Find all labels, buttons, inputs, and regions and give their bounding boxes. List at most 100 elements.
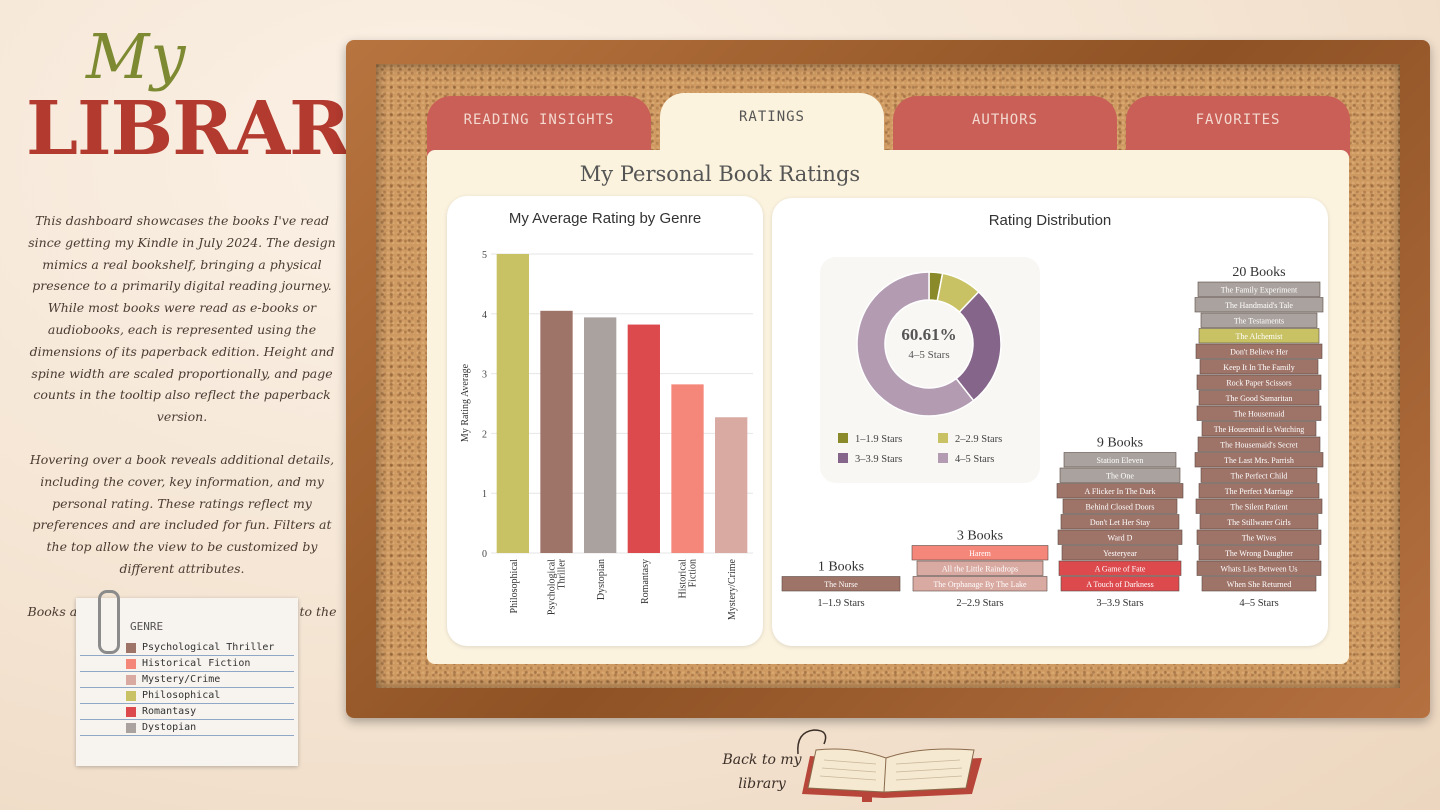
- book-spine[interactable]: The Perfect Marriage: [1198, 483, 1320, 499]
- legend-label: Dystopian: [142, 722, 197, 733]
- stack-count-label: 20 Books: [1232, 265, 1285, 280]
- book-title: The Perfect Marriage: [1225, 487, 1294, 496]
- legend-swatch: [126, 658, 136, 669]
- legend-item[interactable]: Philosophical: [80, 688, 294, 704]
- book-spine[interactable]: The Wrong Daughter: [1198, 545, 1320, 561]
- book-spine[interactable]: The Stillwater Girls: [1199, 514, 1319, 530]
- book-spine[interactable]: A Touch of Darkness: [1060, 576, 1180, 592]
- book-title: The Testaments: [1234, 317, 1284, 326]
- book-title: The Alchemist: [1236, 332, 1284, 341]
- book-title: Harem: [969, 549, 992, 558]
- book-spine[interactable]: When She Returned: [1201, 576, 1317, 592]
- book-spine[interactable]: Behind Closed Doors: [1062, 498, 1178, 514]
- book-title: Behind Closed Doors: [1086, 503, 1155, 512]
- tab-ratings[interactable]: RATINGS: [660, 93, 884, 157]
- book-title: The Last Mrs. Parrish: [1224, 456, 1294, 465]
- legend-item[interactable]: Romantasy: [80, 704, 294, 720]
- bar-mystery-crime[interactable]: [715, 417, 748, 553]
- book-spine[interactable]: Rock Paper Scissors: [1196, 374, 1322, 390]
- donut-legend-swatch: [938, 453, 948, 463]
- book-spine[interactable]: The One: [1059, 467, 1181, 483]
- y-tick-label: 1: [482, 489, 487, 500]
- donut-legend-label: 2–2.9 Stars: [955, 434, 1002, 445]
- book-spine[interactable]: The Silent Patient: [1195, 498, 1323, 514]
- tab-favorites[interactable]: FAVORITES: [1126, 96, 1350, 156]
- book-title: The Housemaid: [1234, 410, 1285, 419]
- book-spine[interactable]: The Housemaid's Secret: [1197, 436, 1321, 452]
- tab-reading-insights[interactable]: READING INSIGHTS: [427, 96, 651, 156]
- x-tick-line: Dystopian: [596, 559, 607, 600]
- book-spine[interactable]: All the Little Raindrops: [916, 560, 1044, 576]
- book-spine[interactable]: The Family Experiment: [1197, 281, 1321, 297]
- book-spine[interactable]: Whats Lies Between Us: [1196, 560, 1322, 576]
- legend-item[interactable]: Historical Fiction: [80, 656, 294, 672]
- book-title: Don't Let Her Stay: [1090, 518, 1150, 527]
- intro-paragraph-1: This dashboard showcases the books I've …: [28, 213, 336, 425]
- page-title: My Personal Book Ratings: [579, 162, 861, 186]
- y-tick-label: 0: [482, 549, 487, 560]
- book-spine[interactable]: A Game of Fate: [1058, 560, 1182, 576]
- x-tick-label: Philosophical: [509, 559, 520, 614]
- legend-item[interactable]: Mystery/Crime: [80, 672, 294, 688]
- legend-label: Psychological Thriller: [142, 642, 275, 653]
- bar-romantasy[interactable]: [627, 324, 660, 553]
- genre-chart-card: My Average Rating by Genre 0 1 2 3 4 5 My Rati…: [447, 196, 763, 646]
- book-spine[interactable]: The Housemaid is Watching: [1201, 421, 1317, 437]
- book-title: Station Eleven: [1097, 456, 1144, 465]
- stack-rating-label: 3–3.9 Stars: [1096, 598, 1143, 609]
- bar-dystopian[interactable]: [584, 317, 617, 553]
- book-spine[interactable]: Don't Believe Her: [1195, 343, 1323, 359]
- x-tick-label: Historical Fiction: [678, 559, 699, 599]
- legend-swatch: [126, 706, 136, 717]
- stack-count-label: 3 Books: [957, 529, 1003, 544]
- book-spine[interactable]: The Good Samaritan: [1198, 390, 1320, 406]
- book-spine[interactable]: A Flicker In The Dark: [1056, 483, 1184, 499]
- legend-label: Romantasy: [142, 706, 197, 717]
- book-title: The Good Samaritan: [1226, 394, 1293, 403]
- bar-philosophical[interactable]: [496, 254, 529, 553]
- tab-authors[interactable]: AUTHORS: [893, 96, 1117, 156]
- y-tick-label: 4: [482, 310, 487, 321]
- book-spine[interactable]: Harem: [911, 545, 1049, 561]
- book-spine[interactable]: Station Eleven: [1063, 452, 1177, 468]
- x-tick-line: Fiction: [688, 559, 699, 587]
- book-spine[interactable]: The Nurse: [781, 576, 901, 592]
- x-tick-label: Romantasy: [640, 559, 651, 604]
- book-title: The Nurse: [824, 580, 858, 589]
- book-spine[interactable]: The Last Mrs. Parrish: [1194, 452, 1324, 468]
- y-axis-label: My Rating Average: [460, 363, 471, 442]
- x-tick-label: Dystopian: [596, 559, 607, 600]
- book-spine[interactable]: The Orphanage By The Lake: [912, 576, 1048, 592]
- stack-rating-label: 1–1.9 Stars: [817, 598, 864, 609]
- book-spine[interactable]: Keep It In The Family: [1199, 359, 1319, 375]
- legend-item[interactable]: Dystopian: [80, 720, 294, 736]
- logo-my: My: [86, 20, 187, 93]
- x-tick-line: Romantasy: [640, 559, 651, 604]
- book-spine[interactable]: The Testaments: [1200, 312, 1318, 328]
- legend-item[interactable]: Psychological Thriller: [80, 640, 294, 656]
- book-title: The One: [1106, 472, 1134, 481]
- book-spine[interactable]: The Housemaid: [1196, 405, 1322, 421]
- legend-label: Historical Fiction: [142, 658, 251, 669]
- book-title: Ward D: [1108, 534, 1133, 543]
- open-book-icon[interactable]: [790, 728, 986, 804]
- legend-title: GENRE: [130, 620, 164, 633]
- legend-swatch: [126, 642, 136, 653]
- bar-historical-fiction[interactable]: [671, 384, 704, 553]
- book-title: Whats Lies Between Us: [1220, 565, 1297, 574]
- book-title: Rock Paper Scissors: [1226, 379, 1291, 388]
- bar-psychological-thriller[interactable]: [540, 310, 573, 553]
- legend-swatch: [126, 674, 136, 685]
- book-spine[interactable]: The Handmaid's Tale: [1194, 297, 1324, 313]
- book-title: A Touch of Darkness: [1086, 580, 1154, 589]
- book-title: The Housemaid's Secret: [1220, 441, 1298, 450]
- book-title: When She Returned: [1227, 580, 1291, 589]
- book-spine[interactable]: Don't Let Her Stay: [1060, 514, 1180, 530]
- book-spine[interactable]: The Alchemist: [1198, 328, 1320, 344]
- book-spine[interactable]: Ward D: [1057, 529, 1183, 545]
- book-spine[interactable]: The Perfect Child: [1200, 467, 1318, 483]
- book-spine[interactable]: The Wives: [1196, 529, 1322, 545]
- genre-legend: GENRE Psychological Thriller Historical F…: [76, 590, 298, 766]
- book-spine[interactable]: Yesteryear: [1061, 545, 1179, 561]
- book-title: Don't Believe Her: [1230, 348, 1288, 357]
